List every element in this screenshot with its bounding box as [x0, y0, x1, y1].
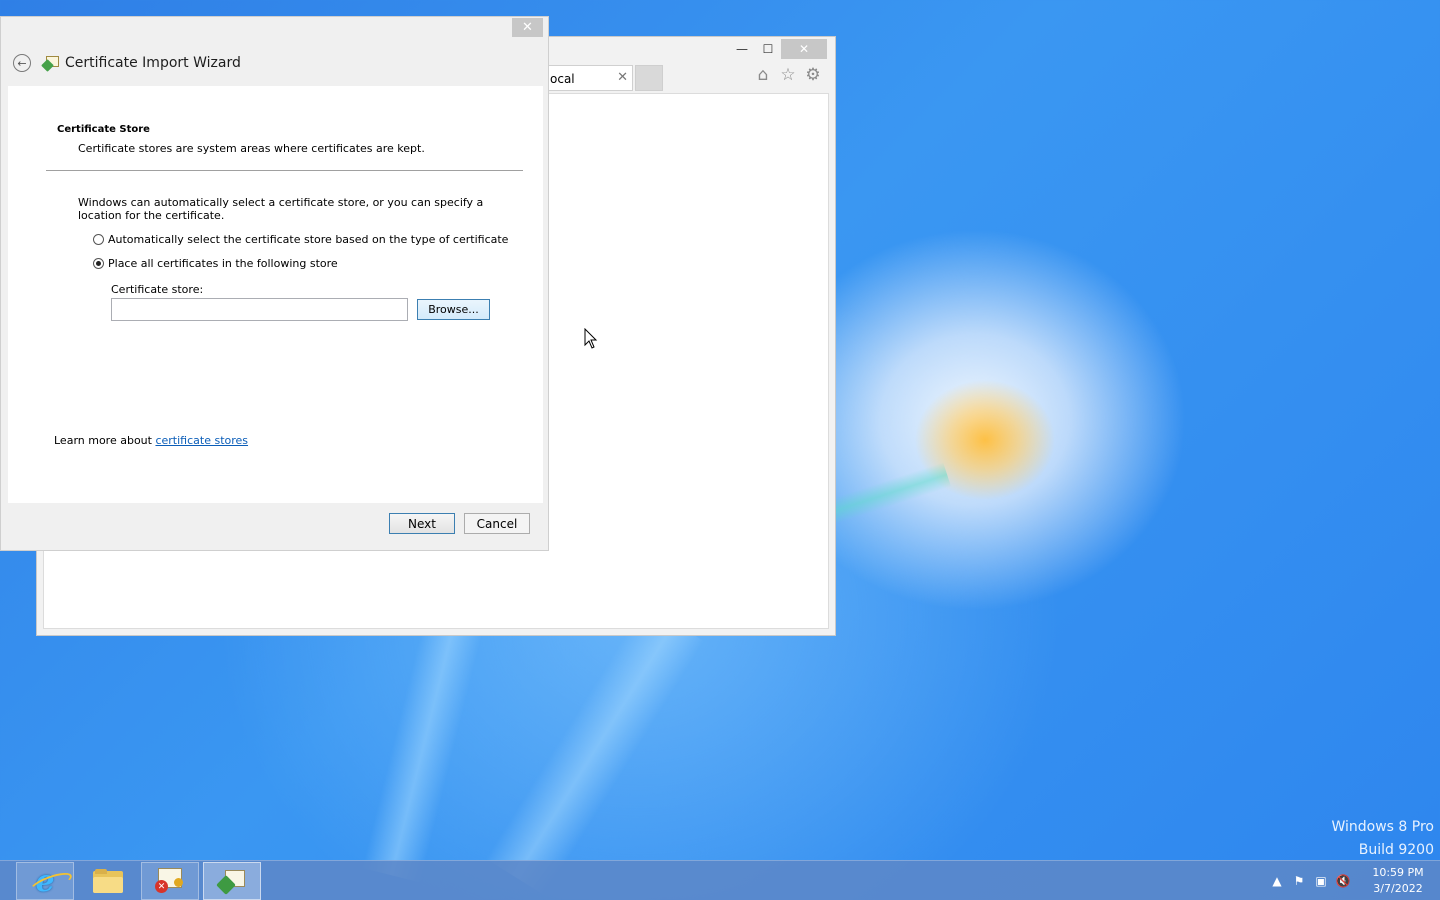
watermark-build: Build 9200: [1358, 842, 1434, 858]
file-explorer-icon: [93, 869, 123, 893]
browse-button[interactable]: Browse...: [417, 299, 490, 320]
wallpaper-stem-2: [485, 604, 705, 896]
new-tab-button[interactable]: [635, 65, 663, 91]
clock-date: 3/7/2022: [1373, 882, 1423, 895]
wizard-title: Certificate Import Wizard: [65, 55, 241, 71]
certificate-import-wizard-dialog[interactable]: ✕ ← Certificate Import Wizard Certificat…: [0, 16, 549, 551]
taskbar-certificate-import-wizard[interactable]: [203, 862, 261, 900]
wallpaper-leaf: [828, 462, 952, 524]
home-icon[interactable]: ⌂: [753, 65, 773, 85]
radio-auto-select[interactable]: Automatically select the certificate sto…: [93, 233, 508, 246]
ie-window-controls: — ☐ ✕: [729, 39, 827, 59]
wizard-close-button[interactable]: ✕: [512, 18, 543, 37]
learn-more-prefix: Learn more about: [54, 434, 156, 447]
radio-place-indicator[interactable]: [93, 258, 104, 269]
divider: [46, 170, 523, 171]
maximize-button[interactable]: ☐: [755, 39, 781, 59]
browser-tab[interactable]: ocal ✕: [547, 65, 633, 91]
ie-toolbar-icons: ⌂ ☆ ⚙: [753, 65, 823, 85]
cancel-button[interactable]: Cancel: [464, 513, 530, 534]
intro-text: Windows can automatically select a certi…: [78, 196, 484, 222]
volume-muted-icon[interactable]: 🔇: [1332, 871, 1354, 891]
tools-gear-icon[interactable]: ⚙: [803, 65, 823, 85]
windows-watermark: Windows 8 Pro Build 9200: [1331, 816, 1434, 862]
taskbar-internet-explorer[interactable]: e: [16, 862, 74, 900]
tab-label: ocal: [550, 72, 575, 86]
radio-place-in-store[interactable]: Place all certificates in the following …: [93, 257, 338, 270]
taskbar-file-explorer[interactable]: [79, 862, 137, 900]
show-hidden-icons-arrow[interactable]: ▲: [1266, 871, 1288, 891]
section-title: Certificate Store: [57, 124, 150, 135]
mouse-cursor-icon: [584, 328, 598, 349]
radio-auto-label: Automatically select the certificate sto…: [108, 233, 509, 246]
radio-auto-indicator[interactable]: [93, 234, 104, 245]
watermark-edition: Windows 8 Pro: [1331, 819, 1434, 835]
section-description: Certificate stores are system areas wher…: [78, 142, 425, 155]
wizard-body: Certificate Store Certificate stores are…: [8, 86, 543, 503]
action-center-flag-icon[interactable]: ⚑: [1288, 871, 1310, 891]
radio-place-label: Place all certificates in the following …: [108, 257, 338, 270]
back-arrow-icon[interactable]: ←: [13, 54, 31, 72]
minimize-button[interactable]: —: [729, 39, 755, 59]
next-button[interactable]: Next: [389, 513, 455, 534]
close-button[interactable]: ✕: [781, 39, 827, 59]
certificate-import-wizard-icon: [216, 868, 247, 895]
tab-close-icon[interactable]: ✕: [617, 70, 628, 85]
clock-time: 10:59 PM: [1372, 866, 1424, 879]
favorites-star-icon[interactable]: ☆: [778, 65, 798, 85]
certificate-store-input[interactable]: [111, 298, 408, 321]
taskbar-certificate-error[interactable]: ✕: [141, 862, 199, 900]
learn-more-text: Learn more about certificate stores: [54, 434, 248, 447]
network-icon[interactable]: ▣: [1310, 871, 1332, 891]
internet-explorer-icon: e: [35, 863, 55, 899]
certificate-wizard-icon: [41, 55, 61, 72]
clock[interactable]: 10:59 PM 3/7/2022: [1362, 865, 1434, 897]
system-tray: ▲ ⚑ ▣ 🔇 10:59 PM 3/7/2022: [1266, 861, 1440, 900]
certificate-store-label: Certificate store:: [111, 283, 204, 296]
certificate-stores-link[interactable]: certificate stores: [155, 434, 248, 447]
taskbar: e ✕ ▲ ⚑ ▣ 🔇 10:59 PM 3/7/2022: [0, 860, 1440, 900]
certificate-error-icon: ✕: [155, 868, 185, 894]
wizard-header: ← Certificate Import Wizard: [13, 54, 241, 72]
